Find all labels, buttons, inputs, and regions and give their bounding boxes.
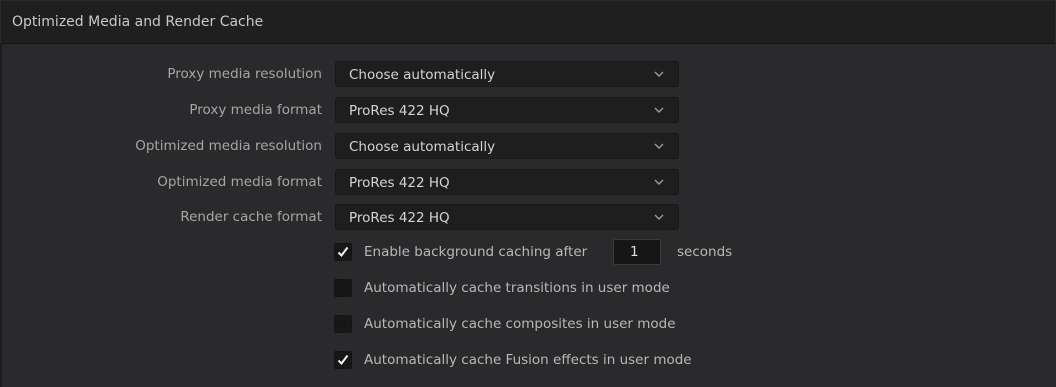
- proxy-media-format-label: Proxy media format: [189, 102, 322, 118]
- optimized-media-resolution-label: Optimized media resolution: [135, 138, 322, 154]
- background-caching-checkbox[interactable]: [334, 243, 352, 261]
- proxy-media-resolution-value: Choose automatically: [349, 67, 496, 83]
- optimized-media-render-cache-panel: Optimized Media and Render Cache Proxy m…: [0, 0, 1056, 387]
- panel-body: Proxy media resolution Choose automatica…: [0, 44, 1056, 387]
- checkmark-icon: [337, 354, 349, 366]
- panel-title: Optimized Media and Render Cache: [12, 14, 264, 30]
- chevron-down-icon: [654, 143, 664, 149]
- background-caching-seconds-input[interactable]: 1: [613, 239, 661, 265]
- seconds-unit-label: seconds: [677, 244, 733, 260]
- optimized-media-resolution-row: Optimized media resolution Choose automa…: [2, 133, 1056, 159]
- cache-transitions-label: Automatically cache transitions in user …: [364, 280, 670, 296]
- chevron-down-icon: [654, 107, 664, 113]
- background-caching-label: Enable background caching after: [364, 244, 588, 260]
- cache-fusion-effects-label: Automatically cache Fusion effects in us…: [364, 352, 692, 368]
- cache-composites-checkbox[interactable]: [334, 315, 352, 333]
- optimized-media-format-value: ProRes 422 HQ: [349, 175, 450, 191]
- render-cache-format-row: Render cache format ProRes 422 HQ: [2, 204, 1056, 230]
- optimized-media-format-row: Optimized media format ProRes 422 HQ: [2, 169, 1056, 195]
- proxy-media-format-select[interactable]: ProRes 422 HQ: [335, 97, 679, 123]
- proxy-media-resolution-row: Proxy media resolution Choose automatica…: [2, 61, 1056, 87]
- panel-header: Optimized Media and Render Cache: [1, 1, 1055, 44]
- render-cache-format-value: ProRes 422 HQ: [349, 210, 450, 226]
- cache-composites-row: Automatically cache composites in user m…: [334, 313, 1034, 337]
- chevron-down-icon: [654, 179, 664, 185]
- proxy-media-format-row: Proxy media format ProRes 422 HQ: [2, 97, 1056, 123]
- checkmark-icon: [337, 246, 349, 258]
- cache-transitions-checkbox[interactable]: [334, 279, 352, 297]
- cache-fusion-effects-checkbox[interactable]: [334, 351, 352, 369]
- optimized-media-format-label: Optimized media format: [157, 174, 322, 190]
- chevron-down-icon: [654, 214, 664, 220]
- proxy-media-format-value: ProRes 422 HQ: [349, 103, 450, 119]
- proxy-media-resolution-label: Proxy media resolution: [167, 66, 322, 82]
- render-cache-format-select[interactable]: ProRes 422 HQ: [335, 204, 679, 230]
- proxy-media-resolution-select[interactable]: Choose automatically: [335, 61, 679, 87]
- cache-transitions-row: Automatically cache transitions in user …: [334, 277, 1034, 301]
- optimized-media-format-select[interactable]: ProRes 422 HQ: [335, 169, 679, 195]
- cache-composites-label: Automatically cache composites in user m…: [364, 316, 676, 332]
- chevron-down-icon: [654, 71, 664, 77]
- optimized-media-resolution-value: Choose automatically: [349, 139, 496, 155]
- background-caching-row: Enable background caching after 1 second…: [334, 239, 1034, 265]
- render-cache-format-label: Render cache format: [180, 209, 322, 225]
- optimized-media-resolution-select[interactable]: Choose automatically: [335, 133, 679, 159]
- cache-fusion-effects-row: Automatically cache Fusion effects in us…: [334, 349, 1034, 373]
